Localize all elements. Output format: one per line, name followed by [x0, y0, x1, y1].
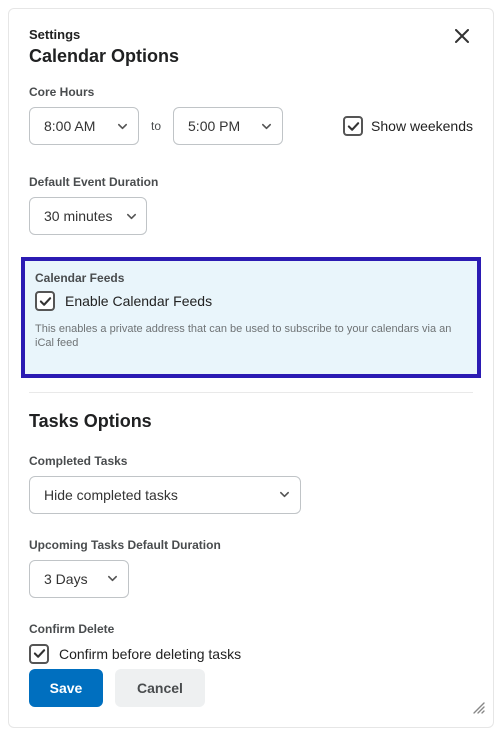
default-duration-value: 30 minutes	[44, 208, 112, 224]
show-weekends-group: Show weekends	[343, 116, 473, 136]
core-hours-end-select[interactable]: 5:00 PM	[173, 107, 283, 145]
tasks-heading: Tasks Options	[29, 411, 473, 432]
enable-feeds-checkbox[interactable]	[35, 291, 55, 311]
chevron-down-icon	[117, 121, 128, 132]
confirm-delete-checkbox[interactable]	[29, 644, 49, 664]
enable-feeds-row: Enable Calendar Feeds	[35, 291, 467, 311]
show-weekends-checkbox[interactable]	[343, 116, 363, 136]
check-icon	[33, 647, 46, 660]
check-icon	[347, 120, 360, 133]
confirm-delete-row: Confirm before deleting tasks	[29, 644, 473, 664]
confirm-delete-label: Confirm Delete	[29, 622, 473, 636]
resize-icon	[471, 700, 485, 714]
page-title: Calendar Options	[29, 46, 179, 67]
completed-tasks-select[interactable]: Hide completed tasks	[29, 476, 301, 514]
default-duration-section: Default Event Duration 30 minutes	[29, 175, 473, 235]
settings-label: Settings	[29, 27, 179, 42]
upcoming-duration-value: 3 Days	[44, 571, 88, 587]
save-button[interactable]: Save	[29, 669, 103, 707]
core-hours-section: Core Hours 8:00 AM to 5:00 PM Show weeke…	[29, 85, 473, 145]
core-hours-row: 8:00 AM to 5:00 PM Show weekends	[29, 107, 473, 145]
show-weekends-label: Show weekends	[371, 118, 473, 134]
upcoming-duration-label: Upcoming Tasks Default Duration	[29, 538, 473, 552]
completed-tasks-section: Completed Tasks Hide completed tasks	[29, 454, 473, 514]
upcoming-duration-section: Upcoming Tasks Default Duration 3 Days	[29, 538, 473, 598]
default-duration-select[interactable]: 30 minutes	[29, 197, 147, 235]
chevron-down-icon	[261, 121, 272, 132]
close-button[interactable]	[451, 25, 473, 47]
chevron-down-icon	[126, 211, 137, 222]
completed-tasks-label: Completed Tasks	[29, 454, 473, 468]
enable-feeds-label: Enable Calendar Feeds	[65, 293, 212, 309]
calendar-feeds-section: Calendar Feeds Enable Calendar Feeds Thi…	[21, 257, 481, 378]
resize-handle[interactable]	[471, 700, 485, 719]
title-stack: Settings Calendar Options	[29, 27, 179, 85]
check-icon	[39, 295, 52, 308]
settings-dialog: Settings Calendar Options Core Hours 8:0…	[8, 8, 494, 728]
dialog-header: Settings Calendar Options	[29, 27, 473, 85]
core-hours-start-select[interactable]: 8:00 AM	[29, 107, 139, 145]
chevron-down-icon	[279, 489, 290, 500]
close-icon	[455, 29, 469, 43]
default-duration-label: Default Event Duration	[29, 175, 473, 189]
completed-tasks-value: Hide completed tasks	[44, 487, 178, 503]
dialog-footer: Save Cancel	[29, 669, 205, 707]
core-hours-to-label: to	[151, 119, 161, 133]
chevron-down-icon	[107, 573, 118, 584]
confirm-delete-checkbox-label: Confirm before deleting tasks	[59, 646, 241, 662]
divider	[29, 392, 473, 393]
core-hours-label: Core Hours	[29, 85, 473, 99]
core-hours-end-value: 5:00 PM	[188, 118, 240, 134]
feeds-description: This enables a private address that can …	[35, 322, 467, 351]
cancel-button[interactable]: Cancel	[115, 669, 205, 707]
core-hours-start-value: 8:00 AM	[44, 118, 95, 134]
calendar-feeds-label: Calendar Feeds	[35, 271, 467, 285]
upcoming-duration-select[interactable]: 3 Days	[29, 560, 129, 598]
confirm-delete-section: Confirm Delete Confirm before deleting t…	[29, 622, 473, 664]
